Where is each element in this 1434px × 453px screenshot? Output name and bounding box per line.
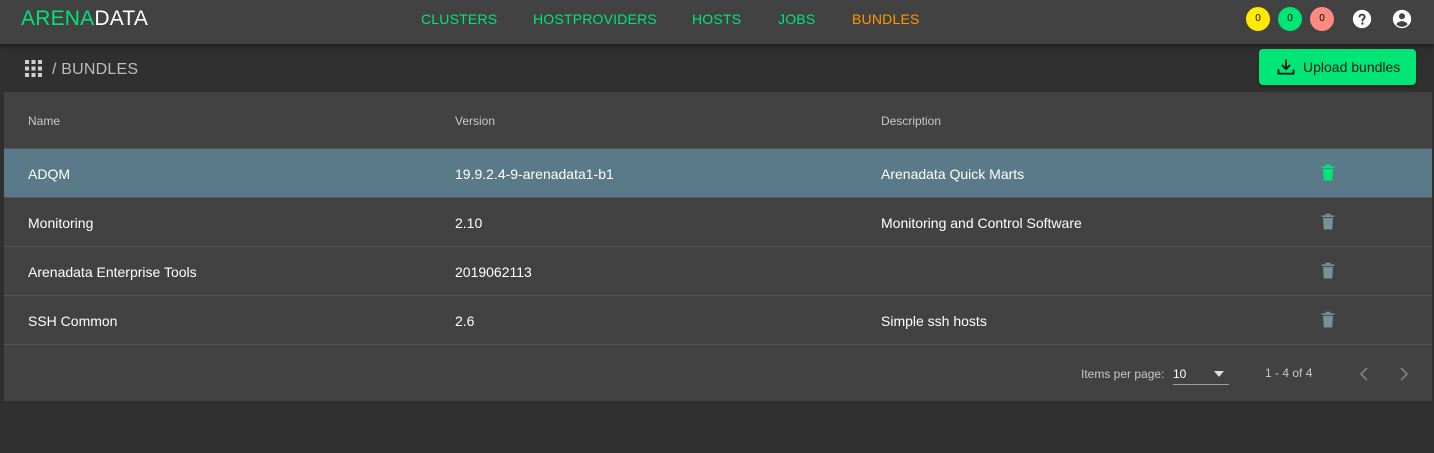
upload-bundles-label: Upload bundles (1303, 59, 1401, 75)
nav-clusters[interactable]: CLUSTERS (421, 11, 497, 27)
column-header-description[interactable]: Description (881, 114, 941, 128)
running-jobs-badge[interactable]: 0 (1246, 7, 1270, 31)
items-per-page-select[interactable]: 10 (1173, 365, 1229, 385)
paginator: Items per page: 10 1 - 4 of 4 (4, 350, 1432, 398)
upload-bundles-button[interactable]: Upload bundles (1259, 49, 1416, 85)
cell-version: 2019062113 (455, 264, 532, 280)
cell-name: SSH Common (28, 313, 118, 329)
table-row[interactable]: ADQM 19.9.2.4-9-arenadata1-b1 Arenadata … (4, 149, 1432, 198)
caret-down-icon (1214, 371, 1224, 377)
download-icon (1277, 59, 1295, 75)
nav-hostproviders[interactable]: HOSTPROVIDERS (533, 11, 657, 27)
column-header-version[interactable]: Version (455, 114, 495, 128)
cell-version: 2.10 (455, 215, 483, 231)
cell-version: 19.9.2.4-9-arenadata1-b1 (455, 166, 614, 182)
help-icon[interactable] (1351, 8, 1373, 30)
nav-bundles[interactable]: BUNDLES (852, 11, 920, 27)
delete-icon[interactable] (1318, 310, 1338, 330)
previous-page-button[interactable] (1352, 362, 1376, 386)
items-per-page-value: 10 (1173, 367, 1187, 381)
cell-description: Simple ssh hosts (881, 313, 987, 329)
cell-description: Arenadata Quick Marts (881, 166, 1025, 182)
cell-version: 2.6 (455, 313, 475, 329)
table-header-row: Name Version Description (4, 92, 1432, 149)
nav-jobs[interactable]: JOBS (778, 11, 815, 27)
cell-name: Monitoring (28, 215, 94, 231)
cell-name: ADQM (28, 166, 70, 182)
delete-icon[interactable] (1318, 163, 1338, 183)
main-nav: CLUSTERS HOSTPROVIDERS HOSTS JOBS BUNDLE… (0, 11, 1434, 27)
delete-icon[interactable] (1318, 212, 1338, 232)
next-page-button[interactable] (1392, 362, 1416, 386)
table-row[interactable]: SSH Common 2.6 Simple ssh hosts (4, 296, 1432, 345)
failed-jobs-badge[interactable]: 0 (1310, 7, 1334, 31)
account-circle-icon[interactable] (1391, 8, 1413, 30)
table-row[interactable]: Monitoring 2.10 Monitoring and Control S… (4, 198, 1432, 247)
page-header: / BUNDLES Upload bundles (0, 44, 1434, 91)
bundles-table: Name Version Description ADQM 19.9.2.4-9… (4, 92, 1432, 401)
success-jobs-badge[interactable]: 0 (1278, 7, 1302, 31)
top-toolbar: ARENADATA CLUSTERS HOSTPROVIDERS HOSTS J… (0, 0, 1434, 44)
page-range-label: 1 - 4 of 4 (1265, 366, 1313, 380)
apps-grid-icon[interactable] (25, 60, 42, 77)
items-per-page-label: Items per page: (1081, 367, 1165, 381)
breadcrumb: / BUNDLES (52, 61, 139, 78)
nav-hosts[interactable]: HOSTS (692, 11, 741, 27)
delete-icon[interactable] (1318, 261, 1338, 281)
cell-description: Monitoring and Control Software (881, 215, 1082, 231)
column-header-name[interactable]: Name (28, 114, 60, 128)
cell-name: Arenadata Enterprise Tools (28, 264, 197, 280)
table-row[interactable]: Arenadata Enterprise Tools 2019062113 (4, 247, 1432, 296)
